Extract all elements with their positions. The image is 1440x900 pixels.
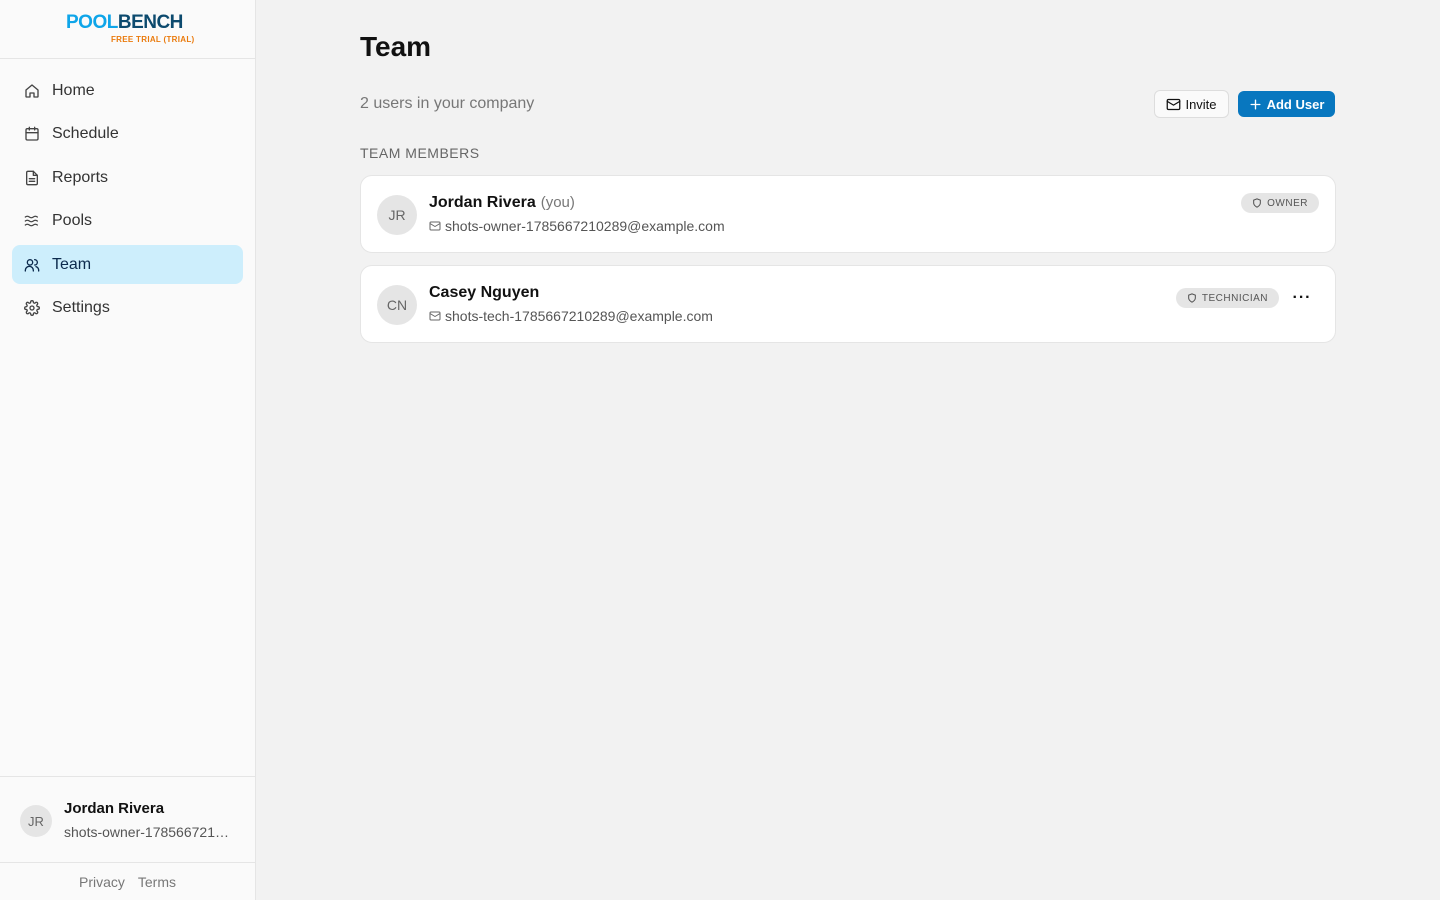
document-icon	[24, 170, 40, 186]
member-name: Jordan Rivera (you)	[429, 194, 575, 212]
add-user-button[interactable]: Add User	[1238, 91, 1335, 117]
trial-badge: FREE TRIAL (TRIAL)	[111, 35, 195, 44]
current-user-email: shots-owner-1785667210289@example.com	[64, 824, 236, 840]
role-label: OWNER	[1267, 197, 1308, 209]
role-label: TECHNICIAN	[1201, 292, 1268, 304]
waves-icon	[24, 213, 40, 229]
sidebar-item-label: Settings	[52, 299, 110, 316]
home-icon	[24, 83, 40, 99]
avatar: JR	[20, 805, 52, 837]
sidebar-item-home[interactable]: Home	[12, 71, 243, 110]
role-badge: OWNER	[1241, 193, 1319, 213]
invite-label: Invite	[1185, 96, 1217, 112]
sidebar-item-pools[interactable]: Pools	[12, 202, 243, 241]
sidebar-item-label: Pools	[52, 212, 93, 229]
sidebar-item-label: Home	[52, 81, 95, 99]
avatar: JR	[377, 195, 417, 235]
sidebar-item-label: Schedule	[52, 125, 119, 142]
avatar: CN	[377, 285, 417, 325]
mail-icon	[429, 220, 441, 232]
logo-text-bench: BENCH	[117, 12, 184, 33]
page-title: Team	[360, 31, 432, 62]
current-user[interactable]: JR Jordan Rivera shots-owner-17856672102…	[0, 776, 255, 862]
member-name-text: Casey Nguyen	[429, 284, 540, 301]
sidebar-item-label: Team	[52, 255, 92, 273]
shield-icon	[1252, 198, 1262, 208]
member-card: JR Jordan Rivera (you) shots-owner-178566…	[360, 175, 1336, 253]
mail-icon	[1166, 97, 1181, 112]
shield-icon	[1187, 293, 1197, 303]
sidebar-item-schedule[interactable]: Schedule	[12, 115, 243, 154]
more-icon: ···	[1292, 289, 1312, 306]
add-user-label: Add User	[1266, 96, 1325, 112]
member-email: shots-tech-1785667210289@example.com	[429, 308, 713, 324]
section-heading: TEAM MEMBERS	[360, 145, 480, 161]
calendar-icon	[24, 126, 40, 142]
current-user-name: Jordan Rivera	[64, 800, 165, 817]
more-options-button[interactable]: ···	[1289, 288, 1315, 308]
you-indicator: (you)	[540, 194, 575, 211]
user-count: 2 users in your company	[360, 95, 535, 112]
sidebar-item-settings[interactable]: Settings	[12, 289, 243, 328]
legal-links: Privacy Terms	[0, 862, 255, 900]
sidebar-item-reports[interactable]: Reports	[12, 158, 243, 197]
member-name: Casey Nguyen	[429, 284, 539, 302]
logo-text-pool: POOL	[66, 12, 118, 33]
sidebar-nav: Home Schedule Reports Pools Team Setting…	[12, 71, 243, 332]
sidebar-item-label: Reports	[52, 168, 109, 186]
users-icon	[24, 257, 40, 273]
role-badge: TECHNICIAN	[1175, 288, 1279, 308]
gear-icon	[24, 300, 40, 316]
privacy-link[interactable]: Privacy	[79, 874, 125, 890]
invite-button[interactable]: Invite	[1154, 90, 1229, 118]
member-name-text: Jordan Rivera	[429, 194, 536, 211]
sidebar-item-team[interactable]: Team	[12, 245, 243, 284]
terms-link[interactable]: Terms	[138, 874, 176, 890]
member-email-text: shots-owner-1785667210289@example.com	[445, 218, 725, 234]
member-card: CN Casey Nguyen shots-tech-1785667210289…	[360, 265, 1336, 343]
plus-icon	[1249, 98, 1262, 111]
mail-icon	[429, 310, 441, 322]
app-logo[interactable]: POOLBENCH	[66, 13, 183, 33]
member-email-text: shots-tech-1785667210289@example.com	[445, 308, 713, 324]
sidebar: POOLBENCH FREE TRIAL (TRIAL) Home Schedu…	[0, 0, 256, 900]
brand-header: POOLBENCH FREE TRIAL (TRIAL)	[0, 0, 255, 59]
member-email: shots-owner-1785667210289@example.com	[429, 218, 725, 234]
